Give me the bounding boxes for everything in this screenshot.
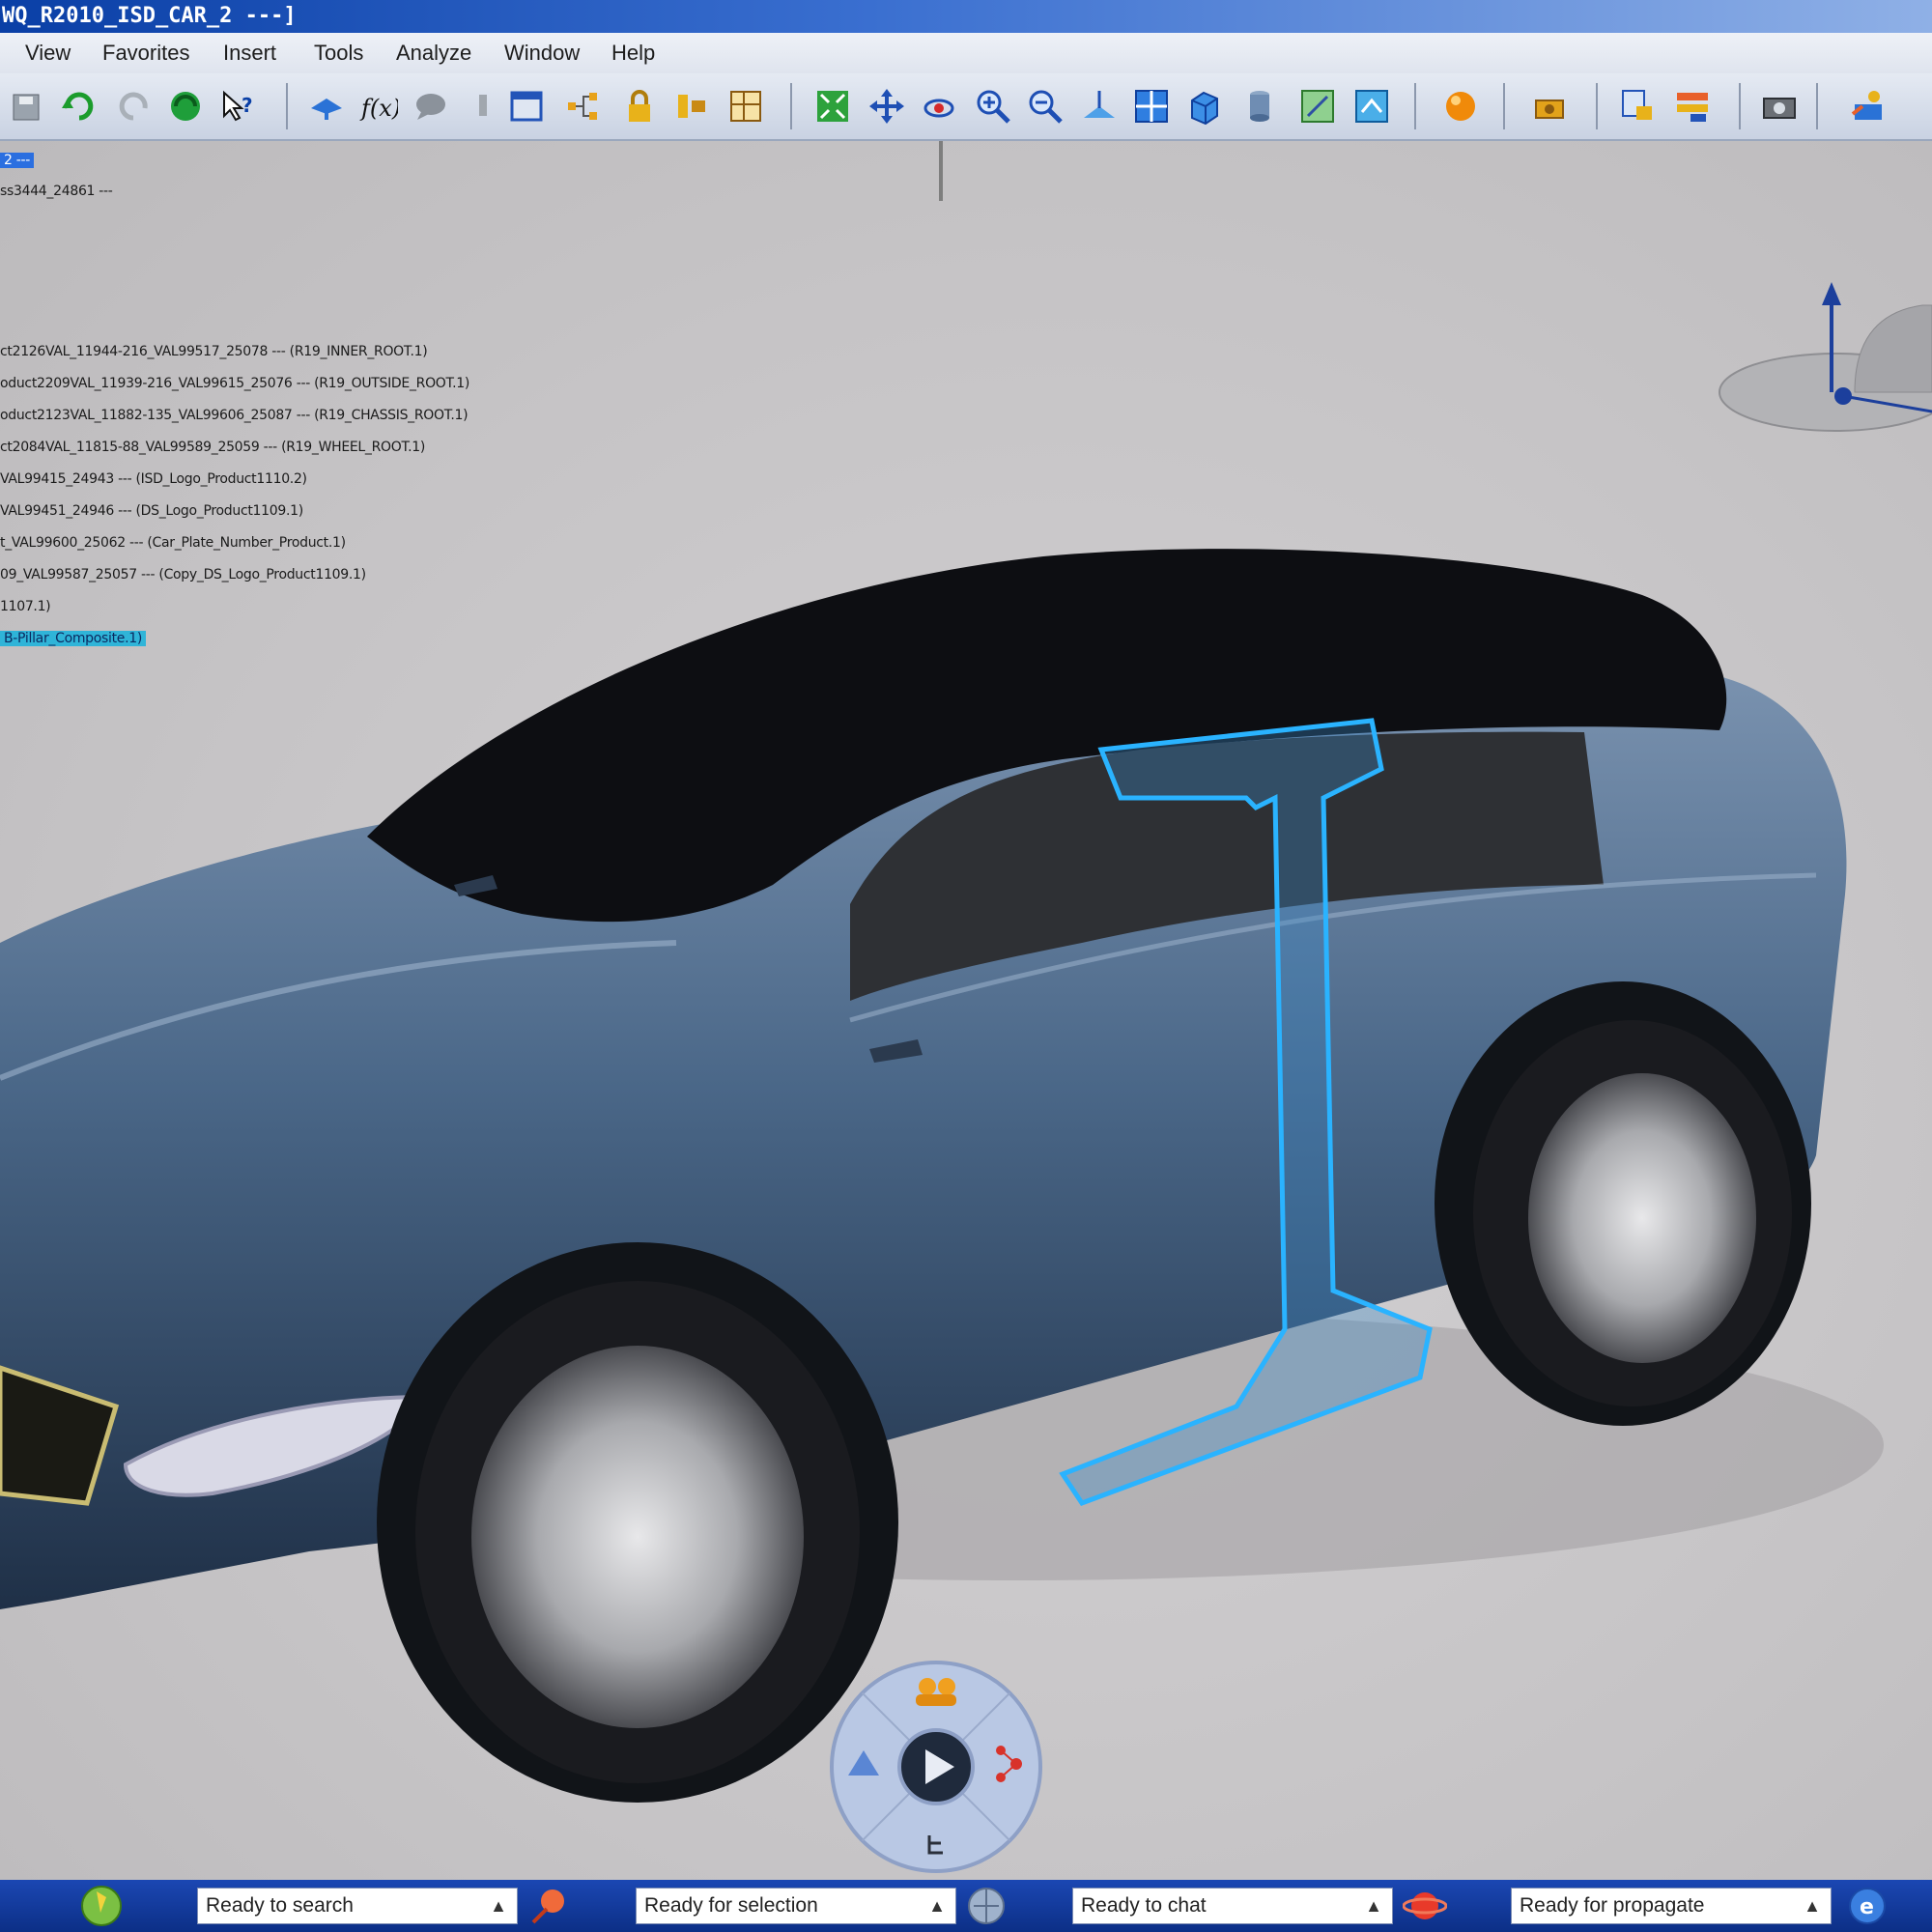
update-icon[interactable] [166, 87, 205, 126]
svg-text:?: ? [242, 94, 253, 117]
tree-node[interactable]: ss3444_24861 --- [0, 184, 113, 199]
search-field[interactable]: Ready to search ▲ [197, 1888, 518, 1924]
tree-node[interactable]: ct2126VAL_11944-216_VAL99517_25078 --- (… [0, 344, 428, 359]
chevron-up-icon[interactable]: ▲ [1365, 1889, 1382, 1923]
toolbar: ? f(x) [0, 73, 1932, 141]
rotate-icon[interactable] [920, 87, 958, 126]
swap-visible-icon[interactable] [1352, 87, 1391, 126]
menu-favorites[interactable]: Favorites [102, 41, 189, 66]
undo-icon[interactable] [60, 87, 99, 126]
zoom-in-icon[interactable] [974, 87, 1012, 126]
tree-node[interactable]: oduct2209VAL_11939-216_VAL99615_25076 --… [0, 376, 469, 391]
fit-all-icon[interactable] [813, 87, 852, 126]
3d-viewport[interactable]: 2 --- ss3444_24861 --- ct2126VAL_11944-2… [0, 141, 1932, 1880]
chevron-up-icon[interactable]: ▲ [490, 1889, 507, 1923]
multi-view-icon[interactable] [1132, 87, 1171, 126]
compass-icon[interactable] [1710, 247, 1932, 440]
publish-icon[interactable] [1619, 87, 1658, 126]
pin-icon[interactable] [464, 87, 502, 126]
toolbar-separator [1414, 83, 1416, 129]
tree-icon[interactable] [564, 87, 603, 126]
propagate-field[interactable]: Ready for propagate ▲ [1511, 1888, 1832, 1924]
menu-insert[interactable]: Insert [223, 41, 276, 66]
toolbar-separator [1816, 83, 1818, 129]
tree-root-node[interactable]: 2 --- [0, 153, 35, 168]
toolbar-separator [286, 83, 288, 129]
formula-icon[interactable]: f(x) [359, 87, 398, 126]
hat-icon[interactable] [307, 87, 346, 126]
pan-icon[interactable] [867, 87, 906, 126]
propagate-status-text: Ready for propagate [1520, 1894, 1705, 1917]
chevron-up-icon[interactable]: ▲ [928, 1889, 946, 1923]
redo-icon[interactable] [114, 87, 153, 126]
capture-icon[interactable] [1760, 87, 1799, 126]
tree-node[interactable]: ct2084VAL_11815-88_VAL99589_25059 --- (R… [0, 440, 425, 455]
toolbar-separator [1596, 83, 1598, 129]
tree-node[interactable]: oduct2123VAL_11882-135_VAL99606_25087 --… [0, 408, 469, 423]
catalog-icon[interactable] [508, 87, 547, 126]
menu-tools[interactable]: Tools [314, 41, 363, 66]
selection-status-text: Ready for selection [644, 1894, 818, 1917]
toolbar-separator [1739, 83, 1741, 129]
window-title: WQ_R2010_ISD_CAR_2 ---] [2, 4, 297, 28]
chat-icon[interactable] [964, 1884, 1009, 1928]
status-bar: Ready to search ▲ Ready for selection ▲ … [0, 1880, 1932, 1932]
help-icon[interactable]: e [1845, 1884, 1889, 1928]
menu-view[interactable]: View [25, 41, 71, 66]
menu-bar: View Favorites Insert Tools Analyze Wind… [0, 33, 1932, 73]
propagate-icon[interactable] [1403, 1884, 1447, 1928]
search-globe-icon[interactable] [79, 1884, 124, 1928]
whats-this-icon[interactable]: ? [218, 87, 257, 126]
toolbar-separator [1503, 83, 1505, 129]
normal-view-icon[interactable] [1080, 87, 1119, 126]
menu-help[interactable]: Help [611, 41, 655, 66]
material-sphere-icon[interactable] [1441, 87, 1480, 126]
share-icon[interactable] [1849, 87, 1888, 126]
chat-field[interactable]: Ready to chat ▲ [1072, 1888, 1393, 1924]
measure-icon[interactable] [672, 87, 711, 126]
menu-analyze[interactable]: Analyze [396, 41, 471, 66]
grid-icon[interactable] [726, 87, 765, 126]
save-icon[interactable] [8, 87, 46, 126]
svg-text:e: e [1860, 1895, 1874, 1919]
camera-icon[interactable] [1530, 87, 1569, 126]
svg-text:f(x): f(x) [359, 95, 398, 122]
comment-icon[interactable] [412, 87, 450, 126]
lock-icon[interactable] [620, 87, 659, 126]
toolbar-separator [790, 83, 792, 129]
search-status-text: Ready to search [206, 1894, 354, 1917]
selection-icon[interactable] [527, 1884, 572, 1928]
menu-window[interactable]: Window [504, 41, 580, 66]
selection-field[interactable]: Ready for selection ▲ [636, 1888, 956, 1924]
window-title-bar[interactable]: WQ_R2010_ISD_CAR_2 ---] [0, 0, 1932, 33]
chevron-up-icon[interactable]: ▲ [1804, 1889, 1821, 1923]
navigation-wheel[interactable] [827, 1658, 1045, 1876]
compare-icon[interactable] [1673, 87, 1712, 126]
iso-view-icon[interactable] [1184, 87, 1223, 126]
render-style-icon[interactable] [1240, 87, 1279, 126]
zoom-out-icon[interactable] [1026, 87, 1065, 126]
chat-status-text: Ready to chat [1081, 1894, 1207, 1917]
tree-splitter[interactable] [939, 141, 943, 201]
hide-show-icon[interactable] [1298, 87, 1337, 126]
